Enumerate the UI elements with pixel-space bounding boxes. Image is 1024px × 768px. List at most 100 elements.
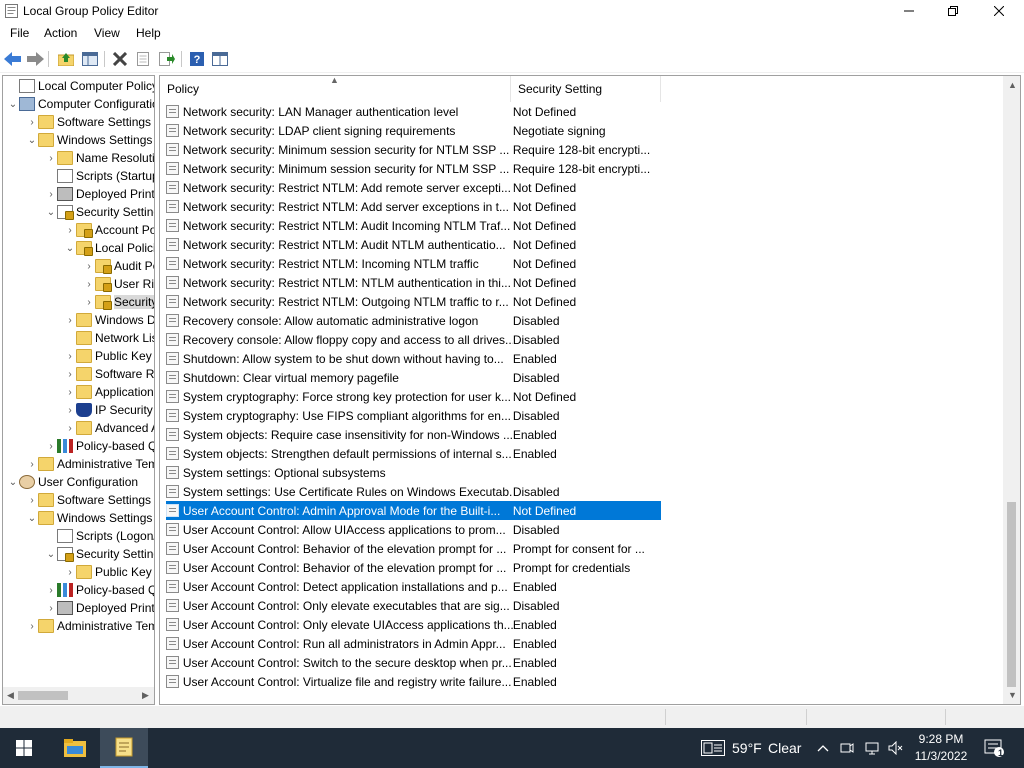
- expand-chevron-icon[interactable]: ›: [45, 599, 57, 617]
- close-button[interactable]: [976, 0, 1022, 22]
- policy-row[interactable]: Recovery console: Allow floppy copy and …: [166, 330, 661, 349]
- policy-row[interactable]: User Account Control: Behavior of the el…: [166, 539, 661, 558]
- policy-row[interactable]: System objects: Strengthen default permi…: [166, 444, 661, 463]
- policy-row[interactable]: Network security: Restrict NTLM: Audit N…: [166, 235, 661, 254]
- tree-node[interactable]: Network List Manager: [64, 329, 154, 347]
- collapse-chevron-icon[interactable]: ⌄: [45, 203, 57, 221]
- policy-row[interactable]: User Account Control: Only elevate UIAcc…: [166, 615, 661, 634]
- policy-row[interactable]: Recovery console: Allow automatic admini…: [166, 311, 661, 330]
- tree-node[interactable]: › Administrative Templates: [26, 617, 154, 635]
- tree-node[interactable]: ⌄ Security Settings: [45, 545, 154, 563]
- tree-node[interactable]: › User Rights Assignment: [83, 275, 154, 293]
- maximize-button[interactable]: [930, 0, 976, 22]
- show-hide-console-tree-button[interactable]: [80, 49, 100, 69]
- expand-chevron-icon[interactable]: ›: [26, 491, 38, 509]
- forward-button[interactable]: [25, 49, 45, 69]
- tree-node[interactable]: ⌄ Local Policies: [64, 239, 154, 257]
- policy-row[interactable]: System cryptography: Force strong key pr…: [166, 387, 661, 406]
- start-button[interactable]: [0, 728, 48, 768]
- tree-node[interactable]: › Audit Policy: [83, 257, 154, 275]
- collapse-chevron-icon[interactable]: ⌄: [7, 473, 19, 491]
- tree-node[interactable]: › Software Restriction Policies: [64, 365, 154, 383]
- collapse-chevron-icon[interactable]: ⌄: [26, 131, 38, 149]
- tree-node[interactable]: › Application Control Policies: [64, 383, 154, 401]
- network-icon[interactable]: [864, 740, 880, 756]
- back-button[interactable]: [3, 49, 23, 69]
- tree-node[interactable]: ⌄ Security Settings: [45, 203, 154, 221]
- policy-row[interactable]: Network security: Minimum session securi…: [166, 159, 661, 178]
- tree-node[interactable]: › Security Options: [83, 293, 154, 311]
- policy-row[interactable]: User Account Control: Run all administra…: [166, 634, 661, 653]
- policy-row[interactable]: User Account Control: Virtualize file an…: [166, 672, 661, 691]
- policy-row[interactable]: User Account Control: Detect application…: [166, 577, 661, 596]
- show-hidden-icons-chevron-icon[interactable]: [815, 740, 831, 756]
- tree-node[interactable]: › Administrative Templates: [26, 455, 154, 473]
- scroll-left-icon[interactable]: ◀: [7, 690, 14, 701]
- expand-chevron-icon[interactable]: ›: [83, 293, 95, 311]
- horizontal-scrollbar[interactable]: ◀ ▶: [3, 687, 154, 704]
- tree-node[interactable]: › IP Security Policies: [64, 401, 154, 419]
- menu-help[interactable]: Help: [136, 26, 161, 40]
- help-button[interactable]: ?: [187, 49, 207, 69]
- tree-node[interactable]: Local Computer Policy: [7, 77, 154, 95]
- column-header-policy[interactable]: Policy ▲: [160, 76, 511, 102]
- expand-chevron-icon[interactable]: ›: [64, 365, 76, 383]
- policy-row[interactable]: Network security: Restrict NTLM: Add ser…: [166, 197, 661, 216]
- collapse-chevron-icon[interactable]: ⌄: [7, 95, 19, 113]
- tree-node[interactable]: ⌄ Windows Settings: [26, 509, 152, 527]
- policy-row[interactable]: System objects: Require case insensitivi…: [166, 425, 661, 444]
- expand-chevron-icon[interactable]: ›: [45, 185, 57, 203]
- policy-row[interactable]: Shutdown: Allow system to be shut down w…: [166, 349, 661, 368]
- tree-node[interactable]: › Public Key Policies: [64, 563, 154, 581]
- weather-temperature[interactable]: 59°F: [732, 740, 762, 756]
- tree-node[interactable]: Scripts (Startup/Shutdown): [45, 167, 154, 185]
- policy-row[interactable]: System settings: Use Certificate Rules o…: [166, 482, 661, 501]
- tree-node[interactable]: › Name Resolution Policy: [45, 149, 154, 167]
- expand-chevron-icon[interactable]: ›: [26, 113, 38, 131]
- tree-node[interactable]: › Public Key Policies: [64, 347, 154, 365]
- tree-node[interactable]: Scripts (Logon/Logoff): [45, 527, 154, 545]
- vertical-scrollbar[interactable]: ▲ ▼: [1003, 76, 1020, 704]
- scroll-right-icon[interactable]: ▶: [142, 690, 149, 701]
- extended-view-button[interactable]: [210, 49, 230, 69]
- policy-row[interactable]: User Account Control: Admin Approval Mod…: [166, 501, 661, 520]
- up-one-level-button[interactable]: [56, 49, 76, 69]
- tree-node[interactable]: ⌄ Windows Settings: [26, 131, 152, 149]
- scroll-up-icon[interactable]: ▲: [1008, 80, 1017, 90]
- tree-node[interactable]: › Advanced Audit Policy: [64, 419, 154, 437]
- policy-row[interactable]: Network security: Minimum session securi…: [166, 140, 661, 159]
- tree-node[interactable]: › Policy-based QoS: [45, 437, 154, 455]
- expand-chevron-icon[interactable]: ›: [26, 455, 38, 473]
- collapse-chevron-icon[interactable]: ⌄: [64, 239, 76, 257]
- policy-row[interactable]: User Account Control: Switch to the secu…: [166, 653, 661, 672]
- file-explorer-button[interactable]: [52, 728, 98, 768]
- tree-node[interactable]: › Software Settings: [26, 491, 151, 509]
- policy-row[interactable]: System settings: Optional subsystems: [166, 463, 661, 482]
- expand-chevron-icon[interactable]: ›: [64, 347, 76, 365]
- column-header-security-setting[interactable]: Security Setting: [511, 76, 661, 102]
- policy-row[interactable]: System cryptography: Use FIPS compliant …: [166, 406, 661, 425]
- collapse-chevron-icon[interactable]: ⌄: [45, 545, 57, 563]
- scrollbar-thumb[interactable]: [1007, 502, 1016, 687]
- policy-row[interactable]: User Account Control: Only elevate execu…: [166, 596, 661, 615]
- scroll-down-icon[interactable]: ▼: [1008, 690, 1017, 700]
- notification-center-button[interactable]: 1: [976, 728, 1012, 768]
- collapse-chevron-icon[interactable]: ⌄: [26, 509, 38, 527]
- expand-chevron-icon[interactable]: ›: [64, 563, 76, 581]
- clock-time[interactable]: 9:28 PM: [912, 732, 970, 746]
- policy-row[interactable]: Shutdown: Clear virtual memory pagefile D…: [166, 368, 661, 387]
- weather-icon[interactable]: [701, 740, 725, 756]
- tree-node[interactable]: › Policy-based QoS: [45, 581, 154, 599]
- export-list-button[interactable]: [157, 49, 177, 69]
- tree-node[interactable]: › Windows Defender Firewall: [64, 311, 154, 329]
- policy-row[interactable]: Network security: Restrict NTLM: NTLM au…: [166, 273, 661, 292]
- menu-file[interactable]: File: [10, 26, 29, 40]
- scrollbar-thumb[interactable]: [18, 691, 68, 700]
- expand-chevron-icon[interactable]: ›: [45, 437, 57, 455]
- menu-action[interactable]: Action: [44, 26, 77, 40]
- policy-row[interactable]: User Account Control: Behavior of the el…: [166, 558, 661, 577]
- expand-chevron-icon[interactable]: ›: [64, 221, 76, 239]
- properties-button[interactable]: [133, 49, 153, 69]
- weather-condition[interactable]: Clear: [768, 740, 801, 756]
- tree-node[interactable]: › Software Settings: [26, 113, 151, 131]
